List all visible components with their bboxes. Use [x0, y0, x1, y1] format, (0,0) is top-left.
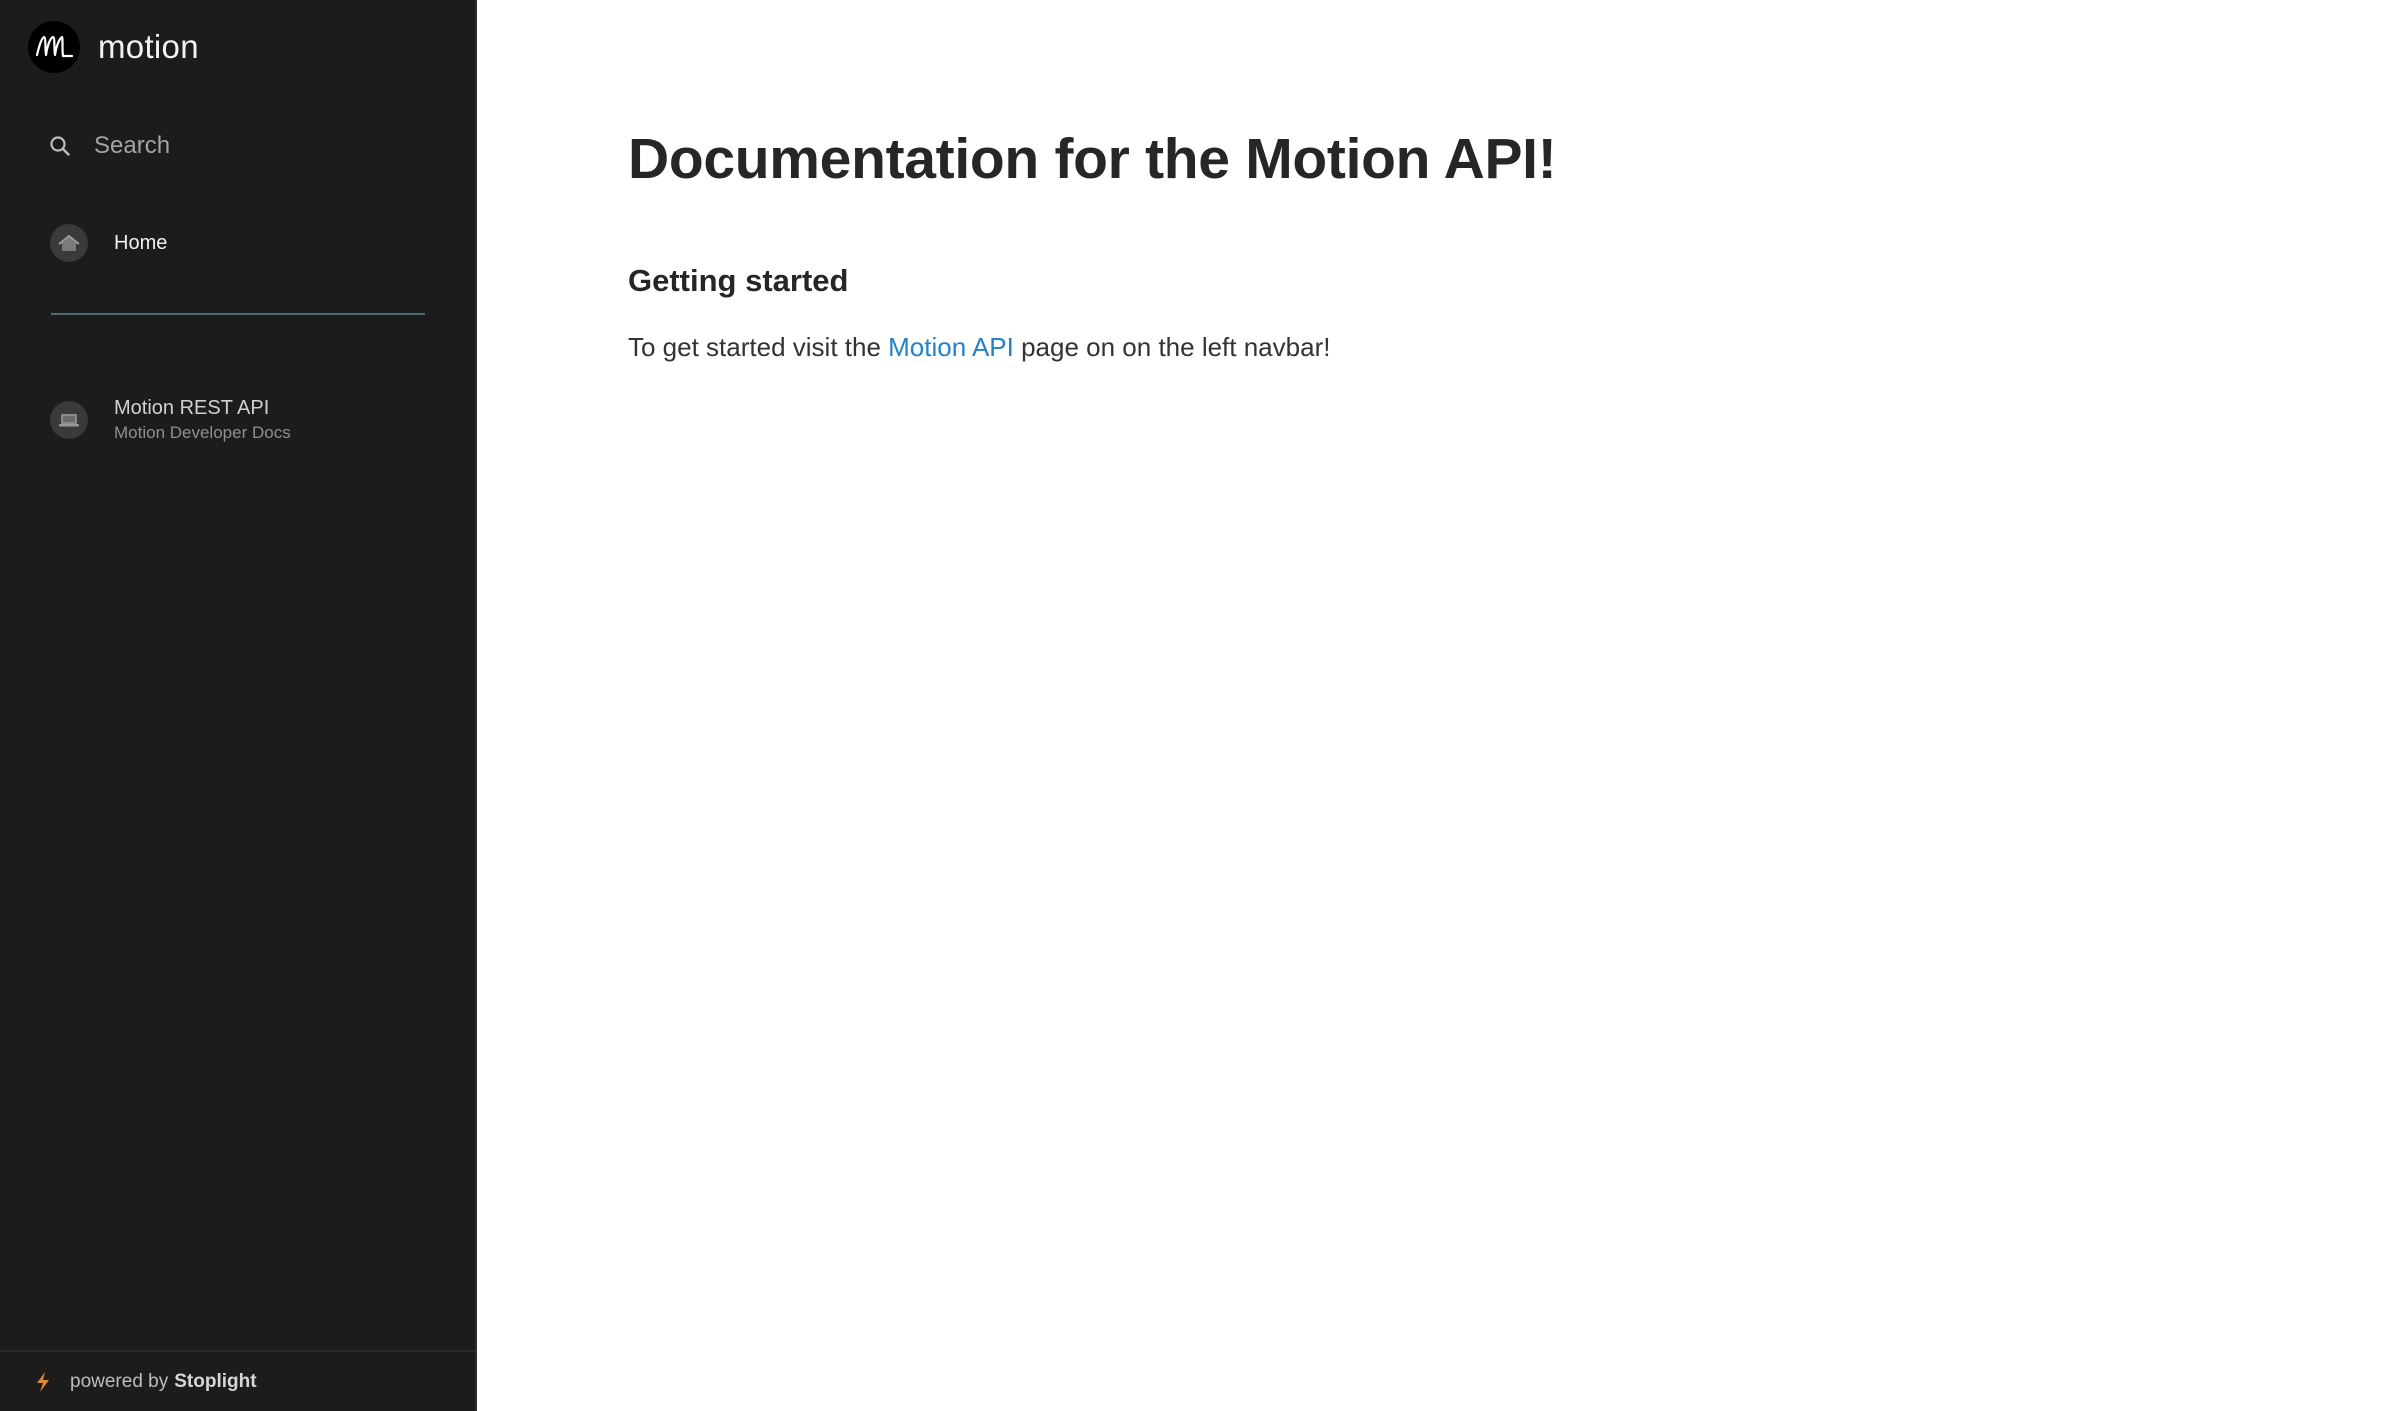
project-texts: Motion REST API Motion Developer Docs — [114, 395, 291, 445]
intro-paragraph: To get started visit the Motion API page… — [628, 332, 1330, 363]
intro-text-after: page on on the left navbar! — [1013, 332, 1331, 362]
search-button[interactable]: Search — [48, 124, 428, 168]
project-title: Motion REST API — [114, 397, 270, 419]
app-root: motion Search Home Motion REST API Motio… — [0, 0, 2400, 1411]
motion-api-link[interactable]: Motion API — [888, 332, 1014, 362]
home-icon — [50, 224, 88, 262]
search-icon — [48, 134, 72, 158]
powered-by-link[interactable]: powered by Stoplight — [0, 1350, 475, 1411]
sidebar-item-motion-rest-api[interactable]: Motion REST API Motion Developer Docs — [50, 392, 450, 448]
page-title: Documentation for the Motion API! — [628, 127, 1557, 191]
laptop-icon — [50, 401, 88, 439]
sidebar-item-label: Home — [114, 231, 168, 254]
brand-name: motion — [98, 28, 199, 65]
search-label: Search — [94, 132, 171, 159]
motion-logo-icon — [28, 21, 80, 73]
sidebar-item-home[interactable]: Home — [50, 222, 430, 264]
bolt-icon — [34, 1371, 52, 1393]
sidebar-divider — [51, 313, 425, 315]
powered-by-brand: Stoplight — [174, 1370, 257, 1392]
project-subtitle: Motion Developer Docs — [114, 423, 291, 442]
powered-by-text: powered by — [70, 1370, 169, 1392]
section-heading: Getting started — [628, 263, 849, 298]
intro-text-before: To get started visit the — [628, 332, 889, 362]
brand-link[interactable]: motion — [28, 21, 199, 73]
main-content: Documentation for the Motion API! Gettin… — [477, 0, 2400, 1411]
sidebar: motion Search Home Motion REST API Motio… — [0, 0, 477, 1411]
